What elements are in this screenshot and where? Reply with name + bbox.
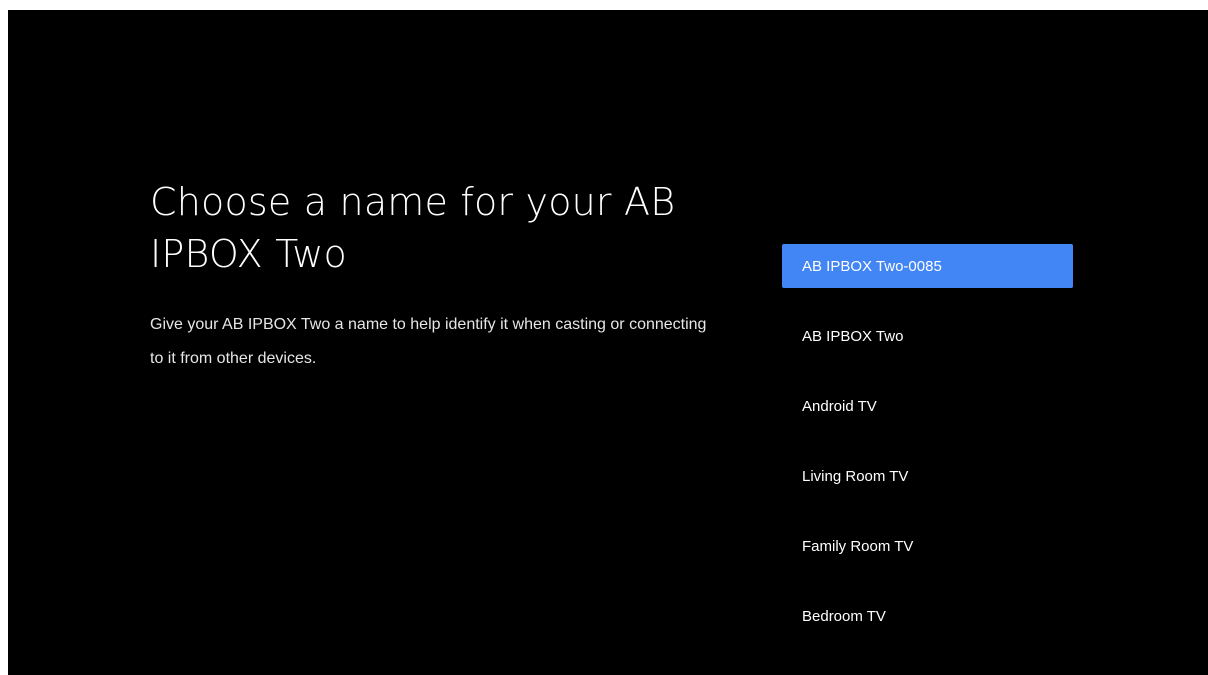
name-option-label: Android TV xyxy=(802,397,877,415)
page-description: Give your AB IPBOX Two a name to help id… xyxy=(150,316,707,367)
tv-setup-screen: Choose a name for your AB IPBOX Two Give… xyxy=(8,10,1208,675)
name-option-label: Bedroom TV xyxy=(802,607,886,625)
name-option-label: Living Room TV xyxy=(802,467,909,485)
name-option-ab-ipbox-two[interactable]: AB IPBOX Two xyxy=(782,314,1073,358)
name-option-bedroom-tv[interactable]: Bedroom TV xyxy=(782,594,1073,638)
name-option-ab-ipbox-two-0085[interactable]: AB IPBOX Two-0085 xyxy=(782,244,1073,288)
device-name-list: AB IPBOX Two-0085 AB IPBOX Two Android T… xyxy=(782,244,1073,664)
page-title: Choose a name for your AB IPBOX Two xyxy=(150,180,676,276)
name-option-living-room-tv[interactable]: Living Room TV xyxy=(782,454,1073,498)
name-option-family-room-tv[interactable]: Family Room TV xyxy=(782,524,1073,568)
name-option-label: Family Room TV xyxy=(802,537,914,555)
name-option-label: AB IPBOX Two xyxy=(802,327,904,345)
name-option-android-tv[interactable]: Android TV xyxy=(782,384,1073,428)
name-option-label: AB IPBOX Two-0085 xyxy=(802,257,942,275)
